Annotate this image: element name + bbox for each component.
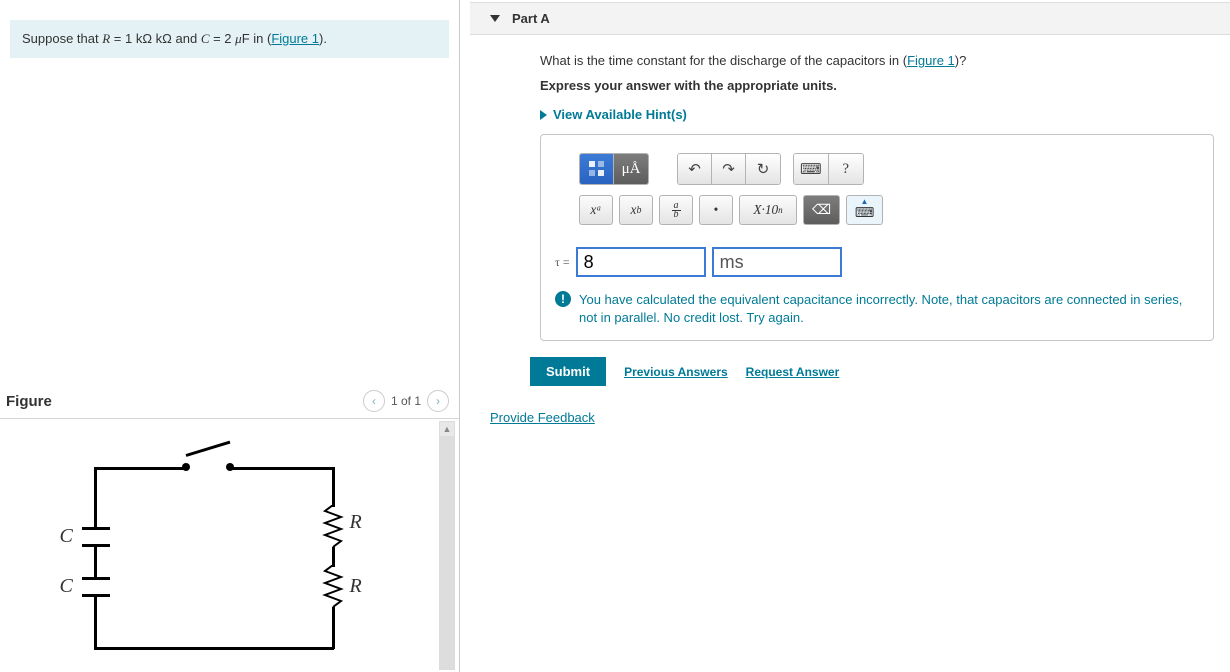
subscript-button[interactable]: xb [619, 195, 653, 225]
help-button[interactable]: ? [829, 154, 863, 184]
answer-panel: μÅ ↶ ↷ ↻ ⌨ ? xᵃ [540, 134, 1214, 341]
circuit-diagram: C C R R [54, 447, 384, 672]
text: = 1 kΩ kΩ and [110, 31, 201, 46]
label-r2: R [350, 575, 362, 598]
text: = 2 [209, 31, 235, 46]
provide-feedback: Provide Feedback [490, 410, 1230, 425]
fraction-button[interactable]: a b [659, 195, 693, 225]
keyboard-button[interactable]: ⌨ [794, 154, 829, 184]
label-c2: C [60, 575, 73, 598]
figure-nav: ‹ 1 of 1 › [363, 390, 449, 412]
toolbar-secondary: xᵃ xb a b • X·10n ⌫ [579, 195, 1199, 225]
previous-answers-link[interactable]: Previous Answers [624, 365, 728, 379]
scroll-up-icon[interactable]: ▲ [440, 422, 454, 436]
superscript-button[interactable]: xᵃ [579, 195, 613, 225]
question-text: What is the time constant for the discha… [540, 53, 1214, 68]
text: ). [319, 31, 327, 46]
answer-value-input[interactable] [576, 247, 706, 277]
figure-scrollbar[interactable]: ▲ [439, 421, 455, 670]
provide-feedback-link[interactable]: Provide Feedback [490, 410, 595, 425]
submit-row: Submit Previous Answers Request Answer [530, 357, 1230, 386]
figure-link[interactable]: Figure 1 [271, 31, 319, 46]
var-r: R [102, 31, 110, 46]
text: Suppose that [22, 31, 102, 46]
request-answer-link[interactable]: Request Answer [746, 365, 840, 379]
right-column: Part A What is the time constant for the… [460, 0, 1230, 672]
expand-icon [540, 110, 547, 120]
text: What is the time constant for the discha… [540, 53, 907, 68]
submit-button[interactable]: Submit [530, 357, 606, 386]
collapse-icon [490, 15, 500, 22]
answer-inputs: τ = [555, 247, 1199, 277]
text: )? [955, 53, 967, 68]
templates-button[interactable] [580, 154, 614, 184]
figure-header: Figure ‹ 1 of 1 › [0, 384, 459, 419]
figure-prev-button[interactable]: ‹ [363, 390, 385, 412]
tau-label: τ = [555, 255, 570, 270]
scroll-track[interactable] [440, 436, 454, 669]
redo-button[interactable]: ↷ [712, 154, 746, 184]
left-column: Suppose that R = 1 kΩ kΩ and C = 2 μF in… [0, 0, 460, 672]
instruction-text: Express your answer with the appropriate… [540, 78, 1214, 93]
suppose-box: Suppose that R = 1 kΩ kΩ and C = 2 μF in… [10, 20, 449, 58]
feedback-text: You have calculated the equivalent capac… [579, 291, 1199, 326]
keyboard2-button[interactable]: ▲ ⌨ [846, 195, 883, 225]
undo-button[interactable]: ↶ [678, 154, 712, 184]
figure-page-indicator: 1 of 1 [391, 394, 421, 408]
toolbar-primary: μÅ ↶ ↷ ↻ ⌨ ? [579, 153, 1199, 185]
figure-title: Figure [6, 393, 52, 410]
dot-button[interactable]: • [699, 195, 733, 225]
part-title: Part A [512, 11, 550, 26]
reset-button[interactable]: ↻ [746, 154, 780, 184]
figure-next-button[interactable]: › [427, 390, 449, 412]
figure-canvas: C C R R [0, 419, 437, 672]
figure-link[interactable]: Figure 1 [907, 53, 955, 68]
part-header[interactable]: Part A [470, 2, 1230, 35]
view-hints-button[interactable]: View Available Hint(s) [540, 107, 1214, 122]
answer-units-input[interactable] [712, 247, 842, 277]
scientific-button[interactable]: X·10n [739, 195, 797, 225]
feedback-message: ! You have calculated the equivalent cap… [555, 291, 1199, 326]
info-icon: ! [555, 291, 571, 307]
label-c1: C [60, 525, 73, 548]
hints-label: View Available Hint(s) [553, 107, 687, 122]
text: F in ( [242, 31, 272, 46]
backspace-button[interactable]: ⌫ [803, 195, 840, 225]
figure-section: Figure ‹ 1 of 1 › [0, 384, 459, 672]
units-button[interactable]: μÅ [614, 154, 648, 184]
label-r1: R [350, 511, 362, 534]
